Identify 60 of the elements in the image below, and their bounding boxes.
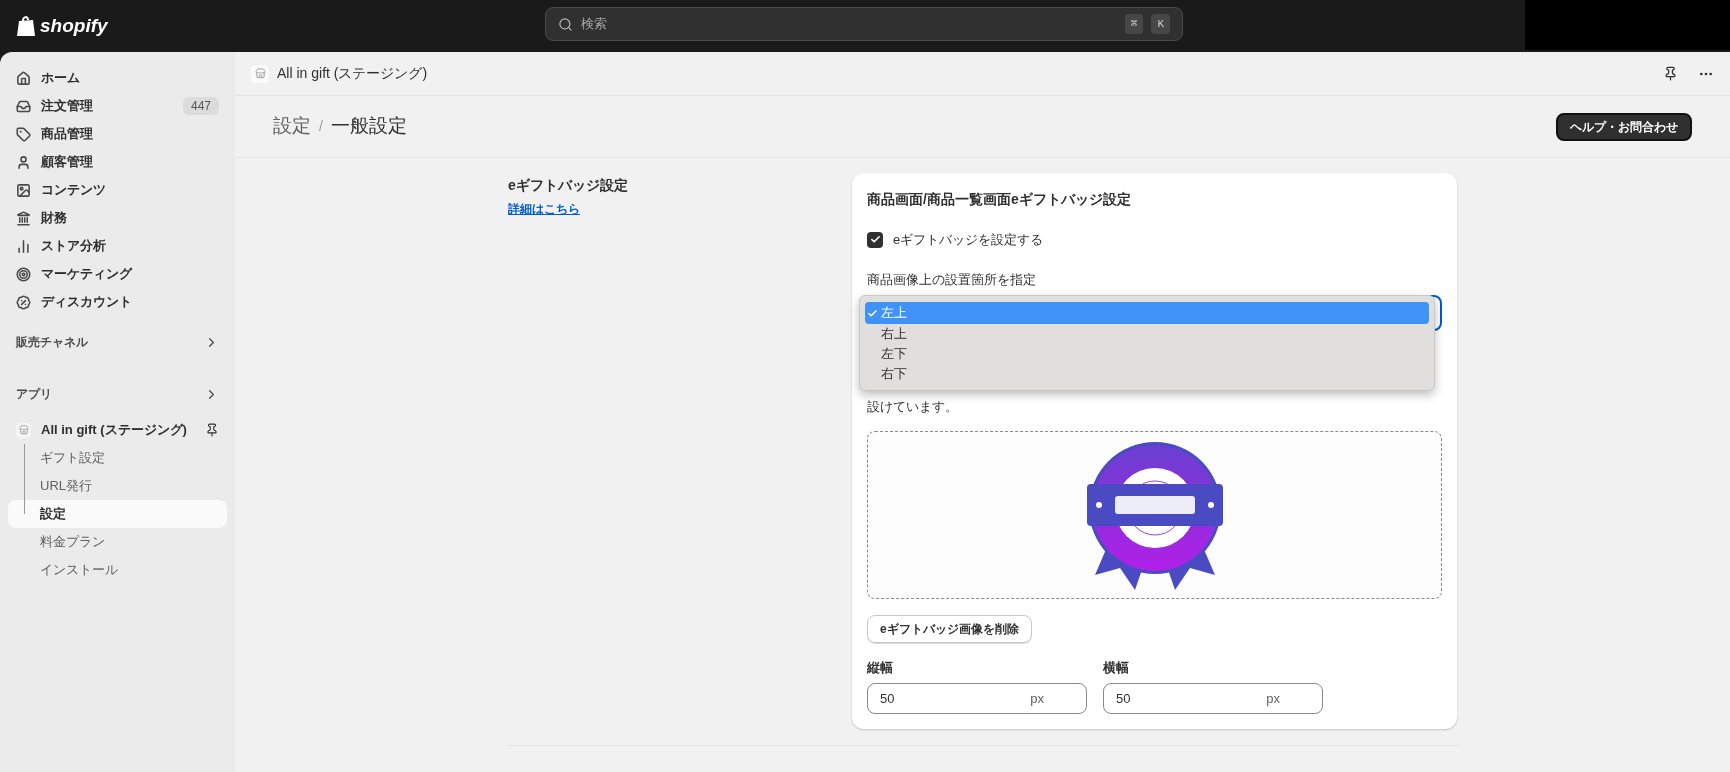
- app-icon: [251, 64, 269, 83]
- sub-nav-item[interactable]: 設定: [8, 500, 227, 528]
- breadcrumb-separator: /: [319, 117, 323, 136]
- nav-item[interactable]: コンテンツ: [8, 176, 227, 204]
- pin-icon[interactable]: [1663, 66, 1678, 81]
- app-icon: [16, 422, 31, 438]
- delete-image-button[interactable]: eギフトバッジ画像を削除: [867, 614, 1032, 643]
- dropdown-option[interactable]: 左下: [865, 344, 1429, 364]
- shopping-bag-icon: [16, 15, 36, 37]
- bar-chart-icon: [16, 238, 31, 254]
- app-title: All in gift (ステージング): [277, 64, 429, 83]
- nav-item[interactable]: 注文管理 447: [8, 92, 227, 120]
- search-field[interactable]: 検索: [581, 14, 1117, 34]
- search-icon: [558, 16, 573, 32]
- help-button[interactable]: ヘルプ・お問合わせ: [1556, 112, 1692, 141]
- nav-item[interactable]: マーケティング: [8, 260, 227, 288]
- nav-item[interactable]: 顧客管理: [8, 148, 227, 176]
- nav-item[interactable]: ディスカウント: [8, 288, 227, 316]
- number-field[interactable]: 50 px: [867, 683, 1087, 714]
- person-icon: [16, 154, 31, 170]
- sub-nav-item[interactable]: 料金プラン: [8, 528, 227, 556]
- checkbox[interactable]: [867, 231, 883, 248]
- dropdown-option[interactable]: 右下: [865, 364, 1429, 384]
- bank-icon: [16, 210, 31, 226]
- shortcut-key: ⌘: [1124, 13, 1144, 35]
- image-icon: [16, 182, 31, 198]
- section-title: eギフトバッジ設定: [508, 176, 629, 195]
- nav-item[interactable]: ストア分析: [8, 232, 227, 260]
- sub-nav-item[interactable]: インストール: [8, 556, 227, 584]
- field-label: 商品画像上の設置箇所を指定: [867, 270, 1037, 289]
- breadcrumb-link[interactable]: 設定: [273, 112, 311, 141]
- logo-text[interactable]: shopify: [40, 11, 108, 41]
- page-title: 一般設定: [330, 114, 407, 139]
- card-title: 商品画面/商品一覧画面eギフトバッジ設定: [867, 190, 1132, 209]
- section-header[interactable]: 販売チャネル: [8, 328, 227, 356]
- target-icon: [16, 266, 31, 282]
- dropdown-option[interactable]: 右上: [865, 324, 1429, 344]
- sub-nav-item[interactable]: URL発行: [8, 472, 227, 500]
- count-badge: 447: [182, 97, 219, 115]
- shortcut-key: K: [1151, 13, 1170, 35]
- nav-item[interactable]: 財務: [8, 204, 227, 232]
- help-text: 設けています。: [867, 398, 959, 416]
- home-icon: [16, 70, 31, 86]
- nav-item[interactable]: 商品管理: [8, 120, 227, 148]
- app-name[interactable]: All in gift (ステージング): [41, 420, 195, 440]
- pin-icon[interactable]: [205, 423, 219, 437]
- check-icon: [867, 307, 878, 319]
- section-header[interactable]: アプリ: [8, 380, 227, 408]
- details-link[interactable]: 詳細はこちら: [508, 200, 828, 218]
- checkbox-label: eギフトバッジを設定する: [893, 231, 1044, 249]
- inbox-icon: [16, 98, 31, 114]
- tag-icon: [16, 126, 31, 142]
- field-label: 縦幅: [867, 658, 894, 677]
- image-dropzone[interactable]: [867, 430, 1442, 599]
- sub-nav-item[interactable]: ギフト設定: [8, 444, 227, 472]
- search-bar[interactable]: 検索 ⌘ K: [545, 7, 1183, 41]
- discount-icon: [16, 294, 31, 310]
- number-field[interactable]: 50 px: [1103, 683, 1323, 714]
- field-label: 横幅: [1103, 658, 1130, 677]
- nav-item[interactable]: ホーム: [8, 64, 227, 92]
